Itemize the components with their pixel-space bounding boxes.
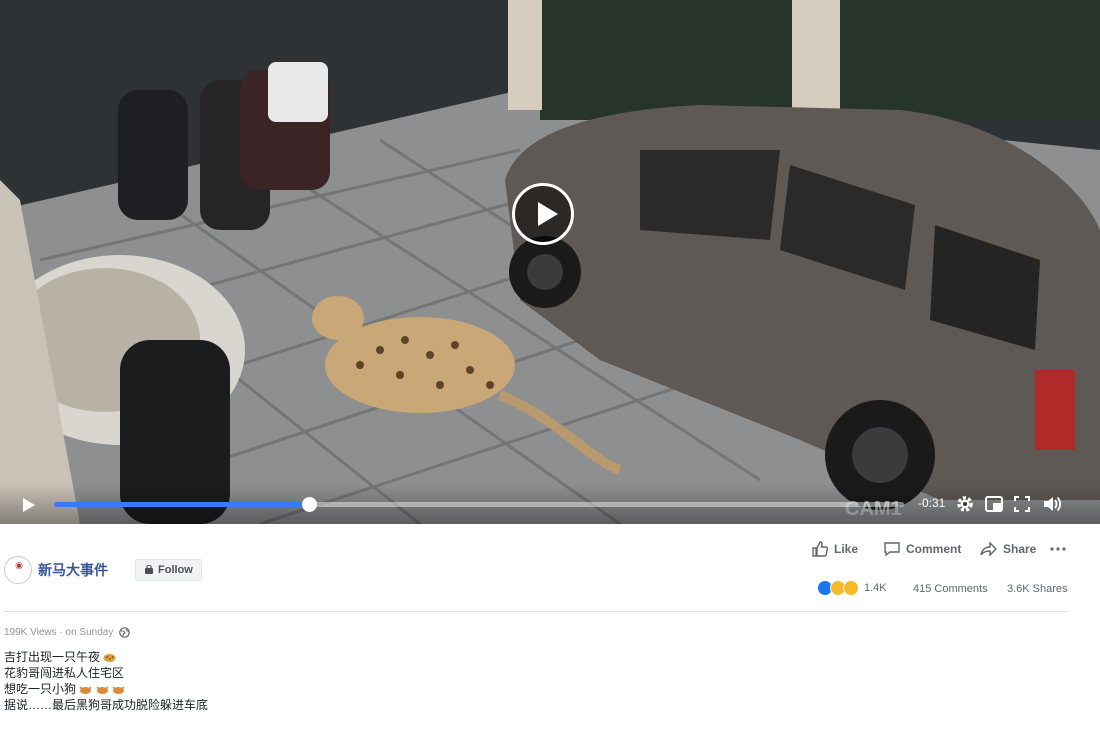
progress-fill <box>54 502 309 507</box>
share-label: Share <box>1003 542 1037 556</box>
post-time[interactable]: on Sunday <box>66 627 114 638</box>
dog-emoji-icon <box>96 686 109 695</box>
sad-reaction-icon <box>843 580 859 596</box>
shares-count[interactable]: 3.6K Shares <box>1007 583 1068 595</box>
comment-button[interactable]: Comment <box>883 540 961 558</box>
comment-icon <box>884 542 900 557</box>
dog-emoji-icon <box>112 686 125 695</box>
progress-slider[interactable] <box>54 497 904 512</box>
more-options-button[interactable] <box>1049 540 1072 558</box>
follow-icon <box>145 565 153 574</box>
page-name-link[interactable]: 新马大事件 <box>38 560 108 580</box>
post-caption: 吉打出现一只午夜 花豹哥闯进私人住宅区 想吃一只小狗 据说……最后黑狗哥成功脱险… <box>4 649 208 713</box>
avatar[interactable]: ◉ <box>4 556 32 584</box>
comment-label: Comment <box>906 542 962 556</box>
share-button[interactable]: Share <box>980 540 1036 558</box>
picture-in-picture-icon[interactable] <box>984 494 1004 514</box>
views-count: 199K Views <box>4 627 57 638</box>
share-icon <box>980 541 997 557</box>
caption-line: 据说……最后黑狗哥成功脱险躲进车底 <box>4 698 209 712</box>
play-icon[interactable] <box>20 496 38 514</box>
meta-separator: · <box>56 627 66 638</box>
dog-emoji-icon <box>79 686 92 695</box>
follow-label: Follow <box>158 564 193 576</box>
reaction-count: 1.4K <box>864 582 887 594</box>
progress-handle[interactable] <box>302 497 317 512</box>
caption-line: 吉打出现一只午夜 <box>4 649 208 665</box>
avatar-logo-icon: ◉ <box>15 560 23 570</box>
globe-icon <box>119 627 131 638</box>
leopard-emoji-icon <box>103 654 116 663</box>
caption-line: 想吃一只小狗 <box>4 681 208 697</box>
caption-line: 花豹哥闯进私人住宅区 <box>4 666 125 680</box>
more-icon <box>1050 547 1066 551</box>
video-controls-bar: -0:31 <box>0 484 1100 524</box>
like-button[interactable]: Like <box>811 540 858 558</box>
fullscreen-icon[interactable] <box>1012 494 1032 514</box>
video-frame: CAM1 <box>0 0 1100 524</box>
gear-icon[interactable] <box>955 494 975 514</box>
post-meta: 199K Views · on Sunday <box>4 627 131 638</box>
like-label: Like <box>834 542 859 556</box>
follow-button[interactable]: Follow <box>135 559 202 581</box>
center-play-button[interactable] <box>512 183 574 245</box>
facebook-video-post: CAM1 -0:31 ◉ <box>0 0 1100 737</box>
volume-icon[interactable] <box>1042 494 1062 514</box>
page-identity: ◉ 新马大事件 <box>4 556 108 584</box>
comments-count[interactable]: 415 Comments <box>913 583 988 595</box>
remaining-time: -0:31 <box>918 496 946 510</box>
thumbs-up-icon <box>812 541 829 557</box>
reactions-summary[interactable]: 1.4K <box>817 580 887 596</box>
divider <box>4 611 1067 612</box>
video-player[interactable]: CAM1 -0:31 <box>0 0 1100 524</box>
